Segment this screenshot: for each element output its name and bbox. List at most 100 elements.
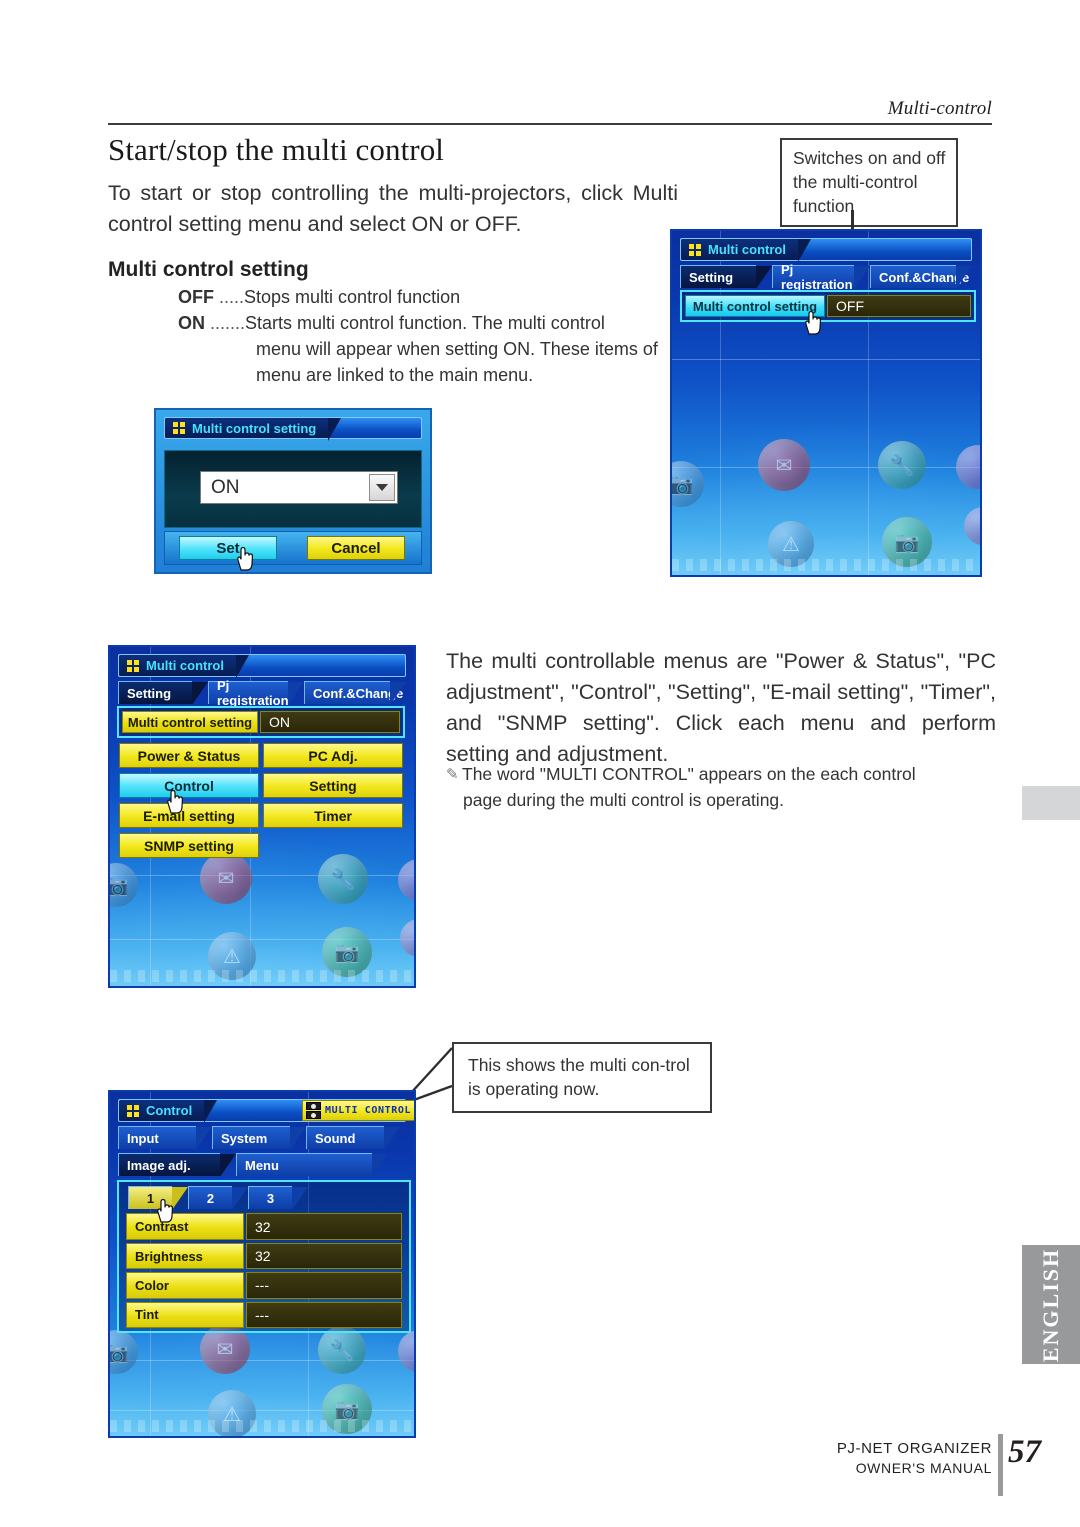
- grid-dots-icon: [127, 659, 139, 672]
- decor-orb-icon: 📷: [110, 1330, 138, 1374]
- tab-label: Input: [127, 1130, 159, 1146]
- window-title-bar: Multi control: [118, 654, 406, 678]
- multi-control-setting-label[interactable]: Multi control setting: [685, 295, 825, 317]
- table-row: Tint ---: [126, 1301, 402, 1329]
- menu-button-pc-adj[interactable]: PC Adj.: [263, 743, 403, 768]
- window-title: Multi control: [146, 658, 224, 673]
- set-button[interactable]: Set: [179, 536, 277, 560]
- decor-orb-camera-icon: 📷: [322, 1384, 372, 1434]
- window-title: Multi control: [708, 242, 786, 257]
- page-tab-3[interactable]: 3: [248, 1186, 308, 1210]
- footer-product-name: PJ-NET ORGANIZER: [836, 1440, 992, 1457]
- image-adj-group: 1 2 3 Contrast 32 Brightness 32 Color --…: [117, 1180, 411, 1333]
- tab-conf-and-change[interactable]: Conf.&Change: [870, 265, 972, 289]
- tab-label: Conf.&Change: [313, 685, 404, 701]
- menu-button-snmp-setting[interactable]: SNMP setting: [119, 833, 259, 858]
- language-tab-english: ENGLISH: [1022, 1245, 1080, 1364]
- decor-orb-mail-icon: ✉: [758, 439, 810, 491]
- edge-marker-block: [1022, 786, 1080, 820]
- window-title-box: Multi control: [119, 655, 249, 678]
- footer-manual-name: OWNER'S MANUAL: [855, 1460, 992, 1476]
- multi-control-setting-value[interactable]: ON: [260, 711, 400, 733]
- menu-button-control[interactable]: Control: [119, 773, 259, 798]
- projector-icon: [306, 1102, 321, 1119]
- row-value-tint[interactable]: ---: [246, 1301, 402, 1329]
- tab-label: Menu: [245, 1157, 279, 1173]
- page-tab-label: 3: [266, 1190, 275, 1206]
- decor-orb-icon: 📷: [110, 863, 138, 907]
- dialog-body: ON: [164, 450, 422, 528]
- tab-menu[interactable]: Menu: [236, 1153, 388, 1177]
- decor-orb-icon: [398, 1330, 414, 1372]
- page-tab-label: 2: [206, 1190, 215, 1206]
- tab-label: Setting: [127, 685, 172, 701]
- decor-orb-icon: ⚠: [208, 1390, 256, 1436]
- page-tab-label: 1: [146, 1190, 155, 1206]
- status-badge-label: MULTI CONTROL: [325, 1105, 412, 1116]
- tab-row-2: Image adj. Menu: [118, 1153, 406, 1177]
- decor-orb-icon: ⚠: [768, 521, 814, 567]
- decor-orb-tool-icon: 🔧: [878, 441, 926, 489]
- dialog-footer: Set Cancel: [164, 531, 422, 565]
- multi-control-setting-select[interactable]: ON: [200, 471, 398, 504]
- decor-orb-icon: [398, 859, 414, 901]
- tab-pj-registration[interactable]: Pj registration: [772, 262, 870, 292]
- window-title-box: Control: [119, 1100, 218, 1123]
- tab-input[interactable]: Input: [118, 1126, 212, 1150]
- grid-dots-icon: [689, 243, 701, 256]
- dialog-title: Multi control setting: [192, 420, 317, 436]
- tab-conf-and-change[interactable]: Conf.&Change: [304, 681, 406, 705]
- screenshot-control: 📷 ✉ 🔧 ⚠ 📷 Control MULTI CONTROL Input Sy…: [108, 1090, 416, 1438]
- chevron-down-icon[interactable]: [369, 474, 395, 501]
- dialog-title-bar: Multi control setting: [164, 417, 422, 441]
- tab-label: Pj registration: [217, 678, 289, 708]
- menu-button-timer[interactable]: Timer: [263, 803, 403, 828]
- row-label-contrast: Contrast: [126, 1213, 244, 1240]
- tab-row: Setting Pj registration Conf.&Change: [118, 678, 406, 708]
- tab-image-adj[interactable]: Image adj.: [118, 1153, 236, 1177]
- status-badge-multi-control: MULTI CONTROL: [302, 1100, 414, 1121]
- menu-button-setting[interactable]: Setting: [263, 773, 403, 798]
- table-row: Brightness 32: [126, 1242, 402, 1270]
- window-title-bar: Multi control: [680, 238, 972, 262]
- dialog-title-box: Multi control setting: [165, 418, 342, 441]
- dialog-multi-control-setting: Multi control setting ON Set Cancel: [154, 408, 432, 574]
- page-tab-2[interactable]: 2: [188, 1186, 248, 1210]
- multi-control-setting-value[interactable]: OFF: [827, 295, 971, 317]
- tab-label: Pj registration: [781, 262, 853, 292]
- select-value: ON: [211, 476, 240, 498]
- decor-orb-camera-icon: 📷: [882, 517, 932, 567]
- row-label-color: Color: [126, 1272, 244, 1299]
- decor-orb-tool-icon: 🔧: [318, 1326, 366, 1374]
- tab-label: Image adj.: [127, 1157, 191, 1173]
- table-row: Contrast 32: [126, 1213, 402, 1240]
- tab-pj-registration[interactable]: Pj registration: [208, 678, 304, 708]
- tab-setting[interactable]: Setting: [680, 265, 772, 289]
- tab-system[interactable]: System: [212, 1126, 306, 1150]
- cancel-button[interactable]: Cancel: [307, 536, 405, 560]
- footer: PJ-NET ORGANIZER OWNER'S MANUAL: [740, 1440, 992, 1476]
- decor-orb-camera-icon: 📷: [322, 927, 372, 977]
- menu-button-power-and-status[interactable]: Power & Status: [119, 743, 259, 768]
- tab-sound[interactable]: Sound: [306, 1126, 400, 1150]
- multi-control-setting-label[interactable]: Multi control setting: [122, 711, 258, 733]
- screenshot-multi-control-off: 📷 ✉ 🔧 ⚠ 📷 Multi control Setting Pj regis…: [670, 229, 982, 577]
- grid-dots-icon: [173, 422, 185, 434]
- tab-row: Setting Pj registration Conf.&Change: [680, 262, 972, 292]
- decor-orb-icon: ⚠: [208, 932, 256, 980]
- footer-divider: [998, 1434, 1003, 1496]
- tab-setting[interactable]: Setting: [118, 681, 208, 705]
- menu-button-e-mail-setting[interactable]: E-mail setting: [119, 803, 259, 828]
- row-value-contrast[interactable]: 32: [246, 1213, 402, 1240]
- tab-row-1: Input System Sound: [118, 1126, 406, 1150]
- page-tab-1[interactable]: 1: [128, 1186, 188, 1210]
- decor-orb-icon: [964, 507, 980, 545]
- window-title: Control: [146, 1103, 193, 1118]
- decor-orb-icon: [400, 919, 414, 957]
- page-number: 57: [1008, 1434, 1041, 1470]
- decor-orb-icon: [956, 445, 980, 489]
- multi-control-setting-row: Multi control setting OFF: [680, 290, 976, 322]
- row-value-color[interactable]: ---: [246, 1272, 402, 1299]
- decor-orb-mail-icon: ✉: [200, 852, 252, 904]
- row-value-brightness[interactable]: 32: [246, 1242, 402, 1270]
